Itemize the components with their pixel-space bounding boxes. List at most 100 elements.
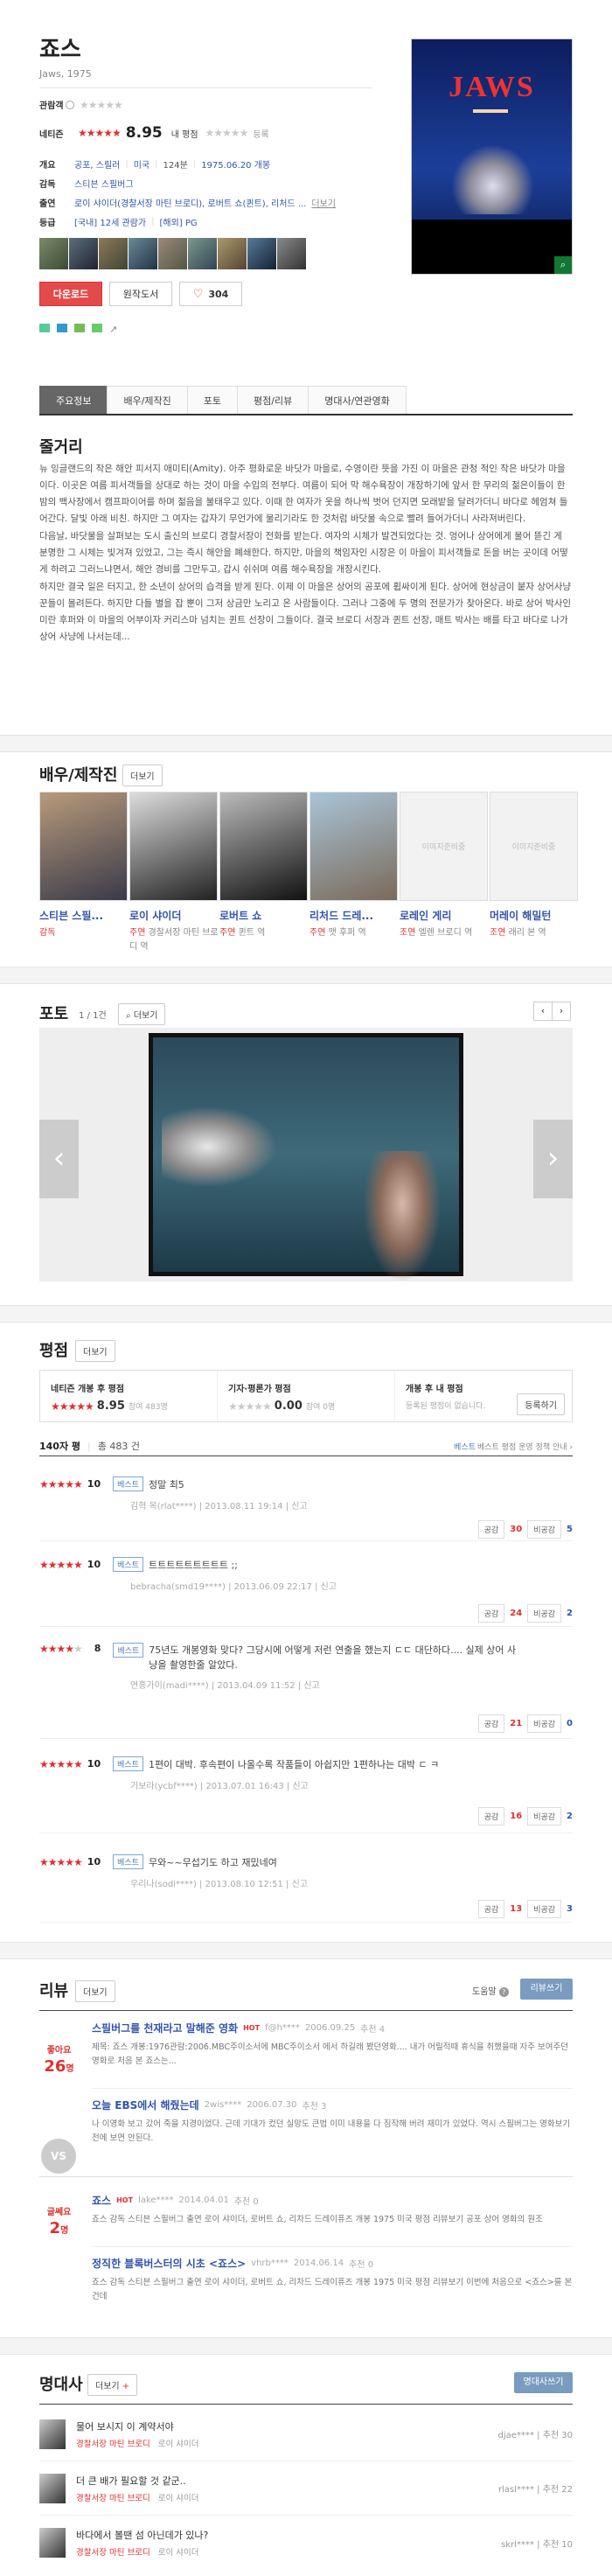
quote-user[interactable]: skrl**** xyxy=(501,2540,534,2550)
photo-prev-arrow[interactable]: ‹ xyxy=(39,1120,79,1198)
original-book-button[interactable]: 원작도서 xyxy=(109,282,172,306)
cast-card[interactable]: 로이 샤이더 주연 경찰서장 마틴 브로디 역 xyxy=(129,792,219,954)
grade-link[interactable]: [국내] 12세 관람가 xyxy=(74,215,146,228)
write-review-button[interactable]: 리뷰쓰기 xyxy=(520,1979,573,2000)
still-thumbnail[interactable] xyxy=(39,238,68,269)
still-thumbnail[interactable] xyxy=(218,238,247,269)
report-link[interactable]: 신고 xyxy=(292,1782,308,1791)
review-user[interactable]: 우리나(sodi****) xyxy=(130,1880,197,1889)
quote-user[interactable]: rlasl**** xyxy=(498,2485,534,2495)
still-thumbnail[interactable] xyxy=(188,238,217,269)
phone-icon[interactable] xyxy=(57,324,67,332)
still-thumbnail[interactable] xyxy=(69,238,98,269)
tab-photo[interactable]: 포토 xyxy=(186,386,239,414)
report-link[interactable]: 신고 xyxy=(303,1681,319,1691)
star-icon[interactable] xyxy=(92,324,102,332)
tv-icon[interactable] xyxy=(39,324,50,332)
tab-cast[interactable]: 배우/제작진 xyxy=(107,386,188,414)
cast-name[interactable]: 머레이 해밀턴 xyxy=(490,908,580,923)
upvote-button[interactable]: 공감 xyxy=(477,1520,505,1539)
main-photo[interactable] xyxy=(149,1033,463,1282)
report-link[interactable]: 신고 xyxy=(291,1502,307,1511)
upvote-button[interactable]: 공감 xyxy=(477,1807,505,1826)
downvote-button[interactable]: 비공감 xyxy=(527,1714,562,1733)
cast-card[interactable]: 스티븐 스필... 감독 xyxy=(39,792,129,954)
cast-more-button[interactable]: 더보기 xyxy=(122,764,163,786)
quote-avatar[interactable] xyxy=(39,2419,66,2449)
next-photo-button[interactable]: › xyxy=(552,1002,571,1021)
cast-more-link[interactable]: 더보기 xyxy=(311,196,336,209)
genre-link[interactable]: 공포, 스릴러 xyxy=(74,157,120,171)
still-thumbnail[interactable] xyxy=(277,238,306,269)
review-user[interactable]: 김혁 목(rlat****) xyxy=(130,1502,197,1511)
register-link[interactable]: 등록 xyxy=(253,127,268,140)
quote-avatar[interactable] xyxy=(39,2528,66,2558)
cast-name[interactable]: 로레인 게리 xyxy=(400,908,490,923)
review-more-button[interactable]: 더보기 xyxy=(75,1980,115,2002)
release-link[interactable]: 1975.06.20 개봉 xyxy=(201,157,270,171)
upvote-button[interactable]: 공감 xyxy=(477,1900,505,1918)
share-icon[interactable]: ↗ xyxy=(109,324,117,335)
register-score-button[interactable]: 등록하기 xyxy=(517,1393,565,1415)
best-policy-link[interactable]: 베스트 베스트 평점 운영 정책 안내 › xyxy=(454,1441,573,1452)
review-item-user[interactable]: 2wis**** xyxy=(205,2100,242,2110)
still-thumbnail[interactable] xyxy=(158,238,187,269)
photo-more-button[interactable]: ⌕ 더보기 xyxy=(118,1003,166,1025)
cast-link[interactable]: 로이 샤이더(경찰서장 마틴 브로디), 로버트 쇼(퀸트), 리처드 ... xyxy=(74,196,306,209)
tab-reviews[interactable]: 평점/리뷰 xyxy=(237,386,309,414)
download-button[interactable]: 다운로드 xyxy=(39,282,102,306)
quote-character[interactable]: 경찰서장 마틴 브로디 xyxy=(76,2548,150,2558)
country-link[interactable]: 미국 xyxy=(134,157,150,171)
downvote-button[interactable]: 비공감 xyxy=(527,1807,562,1826)
review-title[interactable]: 정직한 블록버스터의 시초 <죠스> xyxy=(92,2256,246,2271)
report-link[interactable]: 신고 xyxy=(292,1880,308,1889)
review-title[interactable]: 오늘 EBS에서 해줬는데 xyxy=(92,2098,199,2112)
still-thumbnail[interactable] xyxy=(99,238,128,269)
help-link[interactable]: 도움말 ? xyxy=(472,1984,509,1997)
cast-name[interactable]: 리처드 드레... xyxy=(309,908,400,923)
cast-name[interactable]: 스티븐 스필... xyxy=(39,908,129,923)
report-link[interactable]: 신고 xyxy=(321,1582,337,1592)
quote-character[interactable]: 경찰서장 마틴 브로디 xyxy=(76,2440,150,2449)
upvote-button[interactable]: 공감 xyxy=(477,1604,505,1623)
my-rating-stars-icon[interactable]: ★★★★★ xyxy=(205,127,249,139)
review-item-user[interactable]: f@h**** xyxy=(265,2023,300,2033)
grade-foreign-link[interactable]: [해외] PG xyxy=(159,215,197,228)
cast-card[interactable]: 이미지준비중 머레이 해밀턴 조연 래리 본 역 xyxy=(490,792,580,954)
zoom-icon[interactable]: ⌕ xyxy=(554,256,572,274)
director-link[interactable]: 스티븐 스필버그 xyxy=(74,177,134,190)
review-title[interactable]: 죠스 xyxy=(92,2193,111,2208)
cast-card[interactable]: 리처드 드레... 주연 맷 후퍼 역 xyxy=(309,792,400,954)
photo-next-arrow[interactable]: › xyxy=(533,1120,573,1198)
downvote-button[interactable]: 비공감 xyxy=(527,1520,562,1539)
prev-photo-button[interactable]: ‹ xyxy=(533,1002,553,1021)
write-quote-button[interactable]: 명대사쓰기 xyxy=(514,2372,573,2393)
cast-name[interactable]: 로이 샤이더 xyxy=(129,908,219,923)
movie-poster[interactable]: JAWS ⌕ xyxy=(411,38,573,275)
book-icon[interactable] xyxy=(74,324,85,332)
help-icon[interactable] xyxy=(66,100,74,109)
like-button[interactable]: ♡ 304 xyxy=(179,282,242,306)
downvote-button[interactable]: 비공감 xyxy=(527,1604,562,1623)
quote-more-button[interactable]: 더보기 + xyxy=(87,2374,138,2396)
quote-avatar[interactable] xyxy=(39,2473,66,2503)
review-item-user[interactable]: vhrb**** xyxy=(251,2258,289,2268)
downvote-button[interactable]: 비공감 xyxy=(527,1900,562,1918)
quote-actor[interactable]: 로이 샤이더 xyxy=(158,2548,199,2558)
review-user[interactable]: 기보라(ycbf****) xyxy=(130,1782,198,1791)
tab-main-info[interactable]: 주요정보 xyxy=(39,386,108,414)
review-title[interactable]: 스필버그를 천재라고 말해준 영화 xyxy=(92,2021,238,2035)
still-thumbnail[interactable] xyxy=(247,238,276,269)
quote-character[interactable]: 경찰서장 마틴 브로디 xyxy=(76,2494,150,2503)
cast-card[interactable]: 로버트 쇼 주연 퀸트 역 xyxy=(219,792,309,954)
quote-user[interactable]: djae**** xyxy=(498,2431,534,2440)
tab-quotes[interactable]: 명대사/연관영화 xyxy=(308,386,407,414)
still-thumbnail[interactable] xyxy=(129,238,157,269)
review-user[interactable]: 연흥가이(madi****) xyxy=(130,1681,209,1691)
upvote-button[interactable]: 공감 xyxy=(477,1714,505,1733)
cast-name[interactable]: 로버트 쇼 xyxy=(219,908,309,923)
quote-actor[interactable]: 로이 샤이더 xyxy=(158,2440,199,2449)
quote-actor[interactable]: 로이 샤이더 xyxy=(158,2494,199,2503)
review-item-user[interactable]: lake**** xyxy=(138,2196,174,2205)
cast-card[interactable]: 이미지준비중 로레인 게리 조연 엘렌 브로디 역 xyxy=(400,792,490,954)
